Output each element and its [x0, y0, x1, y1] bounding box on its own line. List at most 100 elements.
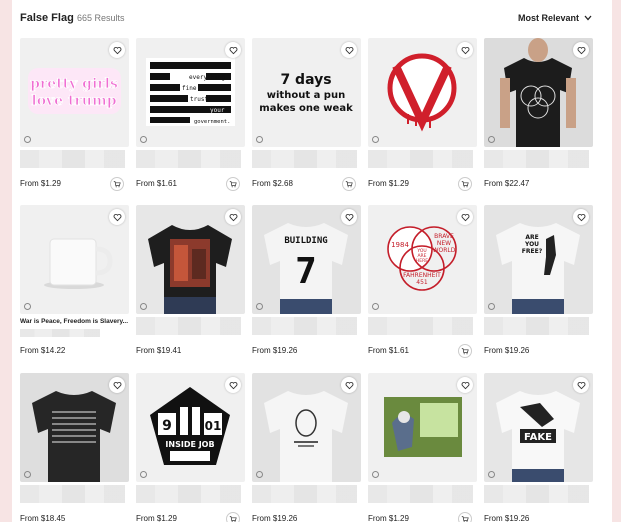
product-image[interactable]: ARE YOU FREE? [484, 205, 593, 314]
info-icon[interactable] [256, 471, 263, 478]
info-icon[interactable] [372, 303, 379, 310]
info-icon[interactable] [140, 471, 147, 478]
product-price: From $19.26 [252, 514, 298, 522]
redacted-title [368, 485, 473, 503]
redacted-title [136, 317, 241, 335]
product-title[interactable]: War is Peace, Freedom is Slavery... [20, 318, 129, 327]
art-text-line: 7 days [280, 72, 331, 88]
art-text-line: HERE [416, 258, 428, 264]
product-price: From $19.26 [252, 346, 298, 355]
product-price: From $1.29 [136, 514, 177, 522]
redacted-title [484, 150, 589, 168]
product-image[interactable]: 1984 BRAVE NEW WORLD YOU ARE HERE FAHREN… [368, 205, 477, 314]
art-text-line: BUILDING [284, 236, 327, 246]
info-icon[interactable] [372, 136, 379, 143]
art-text-line: government. [194, 119, 230, 125]
redacted-title [136, 150, 241, 168]
heart-icon[interactable] [573, 377, 589, 393]
art-text-line: NEW [437, 240, 451, 247]
cart-icon[interactable] [342, 177, 356, 191]
product-image[interactable] [484, 38, 593, 147]
product-price: From $1.29 [368, 514, 409, 522]
art-text-line: 01 [205, 419, 222, 433]
art-text-line: trust [190, 96, 208, 103]
info-icon[interactable] [140, 303, 147, 310]
heart-icon[interactable] [109, 377, 125, 393]
heart-icon[interactable] [457, 209, 473, 225]
product-image[interactable] [20, 373, 129, 482]
results-panel: False Flag 665 Results Most Relevant pre… [12, 0, 612, 522]
sort-label: Most Relevant [517, 13, 579, 23]
results-count: 665 Results [77, 13, 125, 23]
sort-dropdown[interactable]: Most Relevant [518, 13, 592, 23]
chevron-down-icon [584, 15, 592, 21]
heart-icon[interactable] [341, 42, 357, 58]
redacted-title [252, 150, 357, 168]
info-icon[interactable] [256, 303, 263, 310]
cart-icon[interactable] [458, 177, 472, 191]
product-image[interactable]: 9 01 INSIDE JOB [136, 373, 245, 482]
art-text-line: ARE [525, 234, 538, 241]
heart-icon[interactable] [341, 209, 357, 225]
info-icon[interactable] [256, 136, 263, 143]
product-price: From $22.47 [484, 179, 530, 188]
art-text-line: FREE? [522, 248, 543, 255]
info-icon[interactable] [140, 136, 147, 143]
art-text-line: love trump [31, 93, 116, 109]
art-text-line: without a pun [267, 90, 345, 101]
art-text-line: 9 [162, 418, 172, 434]
cart-icon[interactable] [110, 177, 124, 191]
info-icon[interactable] [24, 471, 31, 478]
heart-icon[interactable] [225, 42, 241, 58]
redacted-title [484, 317, 589, 335]
redacted-subtitle [20, 329, 100, 337]
art-text-line: makes one weak [259, 103, 353, 114]
redacted-title [252, 317, 357, 335]
cart-icon[interactable] [226, 177, 240, 191]
info-icon[interactable] [488, 303, 495, 310]
redacted-title [136, 485, 241, 503]
product-price: From $1.29 [368, 179, 409, 188]
art-text-line: FAHRENHEIT [403, 272, 441, 279]
product-price: From $1.61 [136, 179, 177, 188]
art-text-line: your [210, 107, 225, 114]
cart-icon[interactable] [458, 344, 472, 358]
redacted-title [368, 150, 473, 168]
product-image[interactable]: FAKE [484, 373, 593, 482]
product-image[interactable] [368, 373, 477, 482]
product-image[interactable] [136, 205, 245, 314]
cart-icon[interactable] [226, 512, 240, 522]
product-image[interactable] [20, 205, 129, 314]
product-price: From $14.22 [20, 346, 66, 355]
heart-icon[interactable] [573, 209, 589, 225]
heart-icon[interactable] [457, 42, 473, 58]
info-icon[interactable] [24, 136, 31, 143]
redacted-title [368, 317, 473, 335]
info-icon[interactable] [372, 471, 379, 478]
product-image[interactable]: BUILDING 7 [252, 205, 361, 314]
heart-icon[interactable] [457, 377, 473, 393]
product-image[interactable]: 7 days without a pun makes one weak [252, 38, 361, 147]
heart-icon[interactable] [341, 377, 357, 393]
heart-icon[interactable] [225, 377, 241, 393]
heart-icon[interactable] [109, 209, 125, 225]
heart-icon[interactable] [109, 42, 125, 58]
product-image[interactable] [252, 373, 361, 482]
product-image[interactable]: pretty girls love trump [20, 38, 129, 147]
art-text-line: pretty girls [30, 76, 118, 92]
redacted-title [20, 150, 125, 168]
product-price: From $2.68 [252, 179, 293, 188]
heart-icon[interactable] [225, 209, 241, 225]
product-image[interactable] [368, 38, 477, 147]
info-icon[interactable] [488, 471, 495, 478]
heart-icon[interactable] [573, 42, 589, 58]
product-price: From $1.61 [368, 346, 409, 355]
art-text-line: FAKE [524, 432, 552, 443]
info-icon[interactable] [488, 136, 495, 143]
redacted-title [484, 485, 589, 503]
product-image[interactable]: everything is fine trust your government… [136, 38, 245, 147]
info-icon[interactable] [24, 303, 31, 310]
product-price: From $18.45 [20, 514, 66, 522]
cart-icon[interactable] [458, 512, 472, 522]
art-text-line: everything [189, 74, 226, 81]
